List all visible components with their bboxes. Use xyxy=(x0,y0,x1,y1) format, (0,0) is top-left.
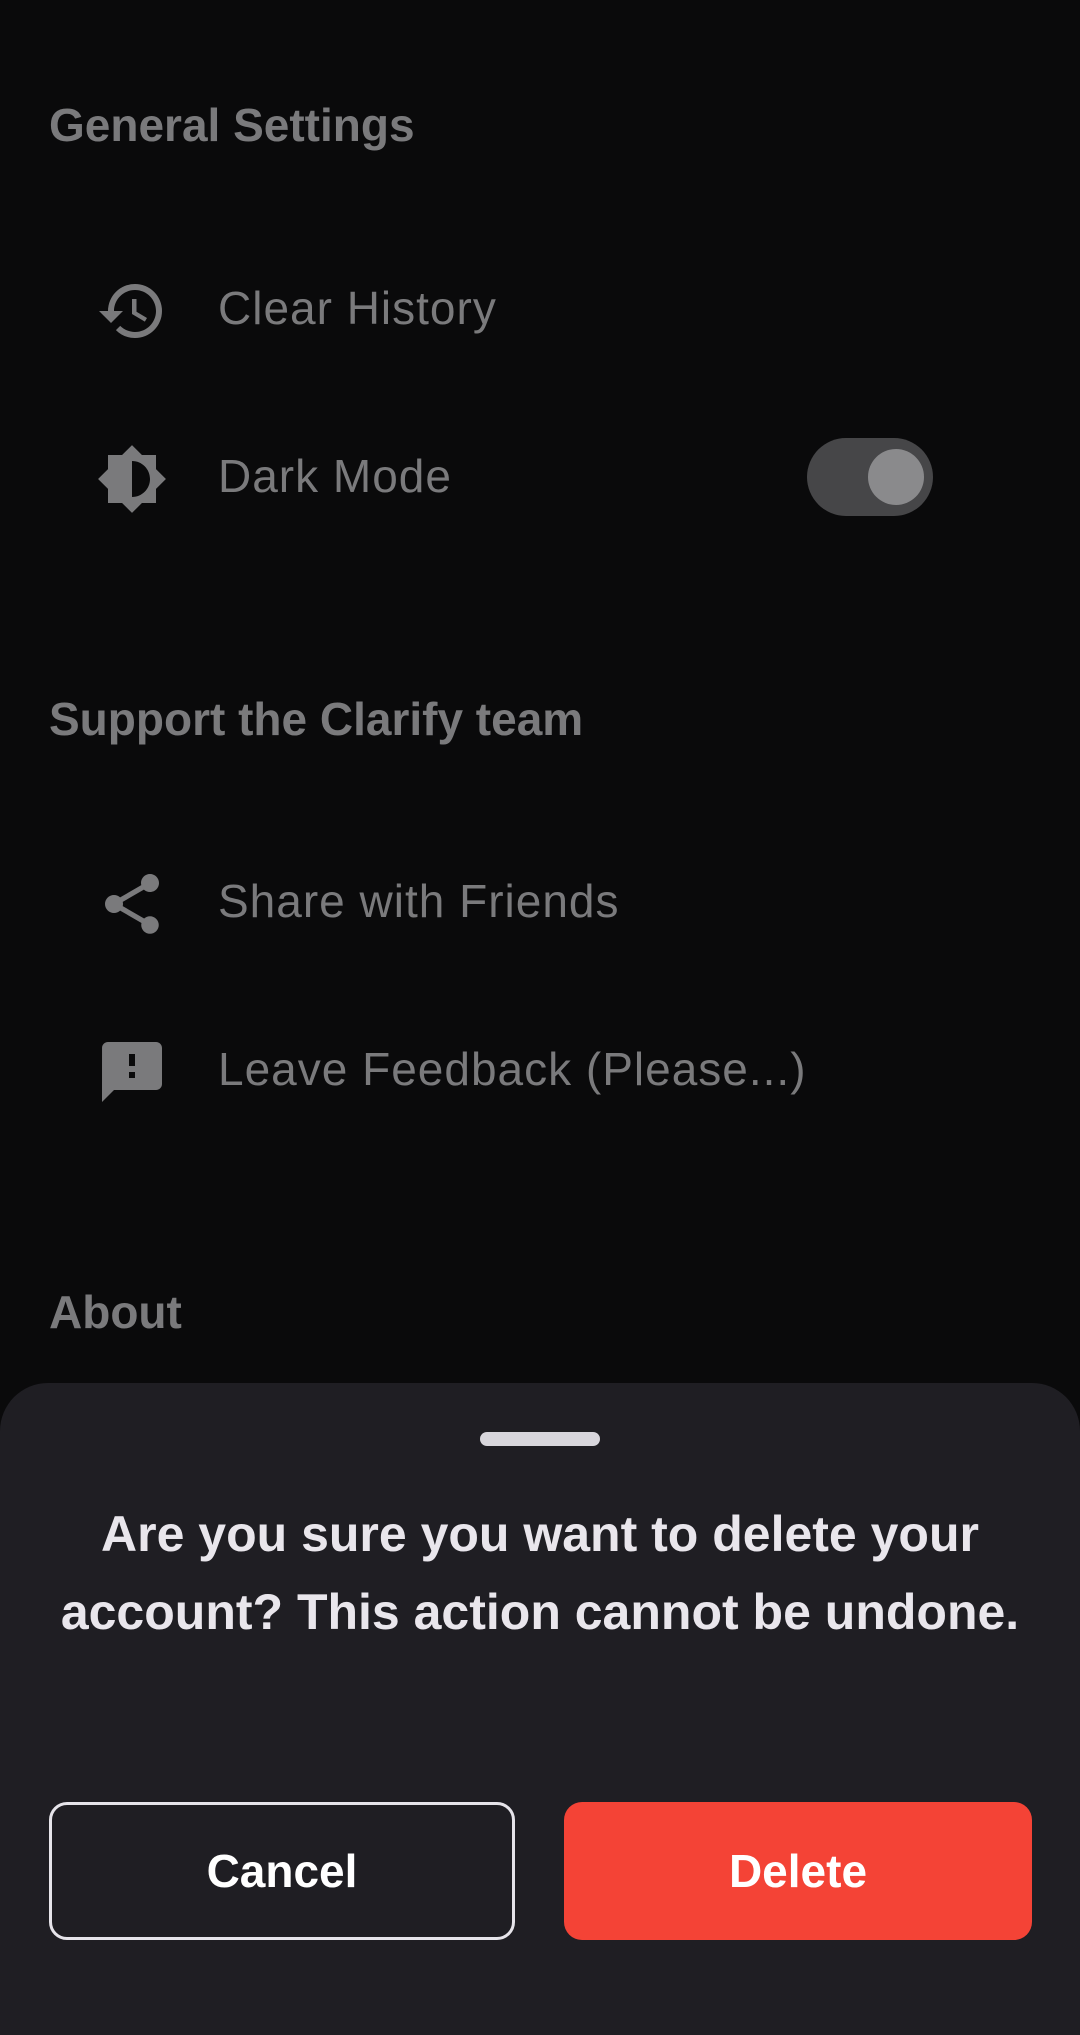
section-title-about: About xyxy=(49,1286,182,1338)
settings-item-clear-history[interactable]: Clear History xyxy=(0,243,1080,373)
settings-item-label: Share with Friends xyxy=(218,875,620,927)
delete-account-bottom-sheet: Are you sure you want to delete your acc… xyxy=(0,1383,1080,2035)
settings-item-feedback[interactable]: Leave Feedback (Please...) xyxy=(0,1004,1080,1134)
confirmation-message: Are you sure you want to delete your acc… xyxy=(60,1506,1020,1640)
brightness-icon xyxy=(96,443,168,515)
feedback-icon xyxy=(96,1036,168,1108)
section-title-general-settings: General Settings xyxy=(49,99,415,151)
settings-item-dark-mode[interactable]: Dark Mode xyxy=(0,411,1080,541)
settings-screen: General Settings Clear History Dark Mode… xyxy=(0,0,1080,2035)
drag-handle[interactable] xyxy=(480,1432,600,1446)
settings-item-label: Clear History xyxy=(218,282,497,334)
delete-button[interactable]: Delete xyxy=(564,1802,1032,1940)
settings-item-label: Dark Mode xyxy=(218,450,452,502)
toggle-knob xyxy=(868,449,924,505)
settings-item-label: Leave Feedback (Please...) xyxy=(218,1043,807,1095)
share-icon xyxy=(96,868,168,940)
section-title-support: Support the Clarify team xyxy=(49,693,584,745)
cancel-button[interactable]: Cancel xyxy=(49,1802,515,1940)
dark-mode-toggle[interactable] xyxy=(807,438,933,516)
settings-item-share[interactable]: Share with Friends xyxy=(0,836,1080,966)
history-icon xyxy=(96,275,168,347)
